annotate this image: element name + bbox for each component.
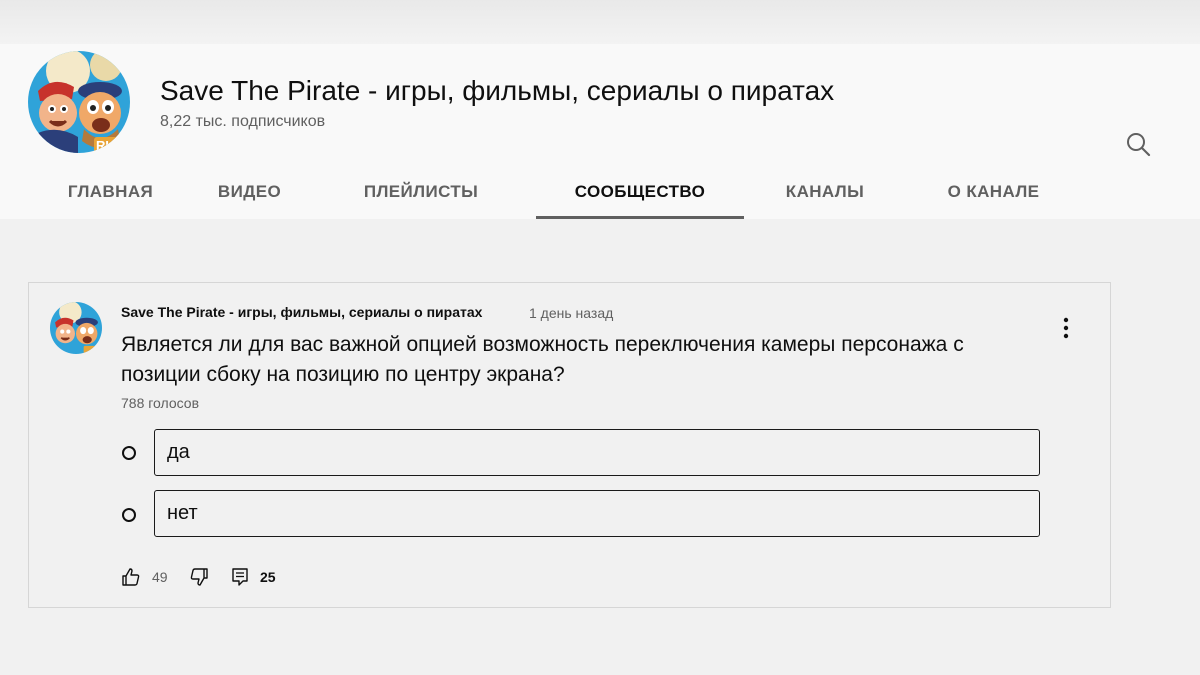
poll-option-label: нет <box>167 502 198 524</box>
top-strip <box>0 0 1200 44</box>
pirate-avatar-icon <box>50 302 102 354</box>
poll-question: Является ли для вас важной опцией возмож… <box>121 333 964 386</box>
tab-community[interactable]: СООБЩЕСТВО <box>536 164 744 219</box>
subscriber-count: 8,22 тыс. подписчиков <box>160 113 326 130</box>
tab-home[interactable]: ГЛАВНАЯ <box>28 164 193 219</box>
comment-count: 25 <box>260 569 276 585</box>
poll-option-label: да <box>167 441 190 463</box>
thumb-down-icon <box>190 568 208 586</box>
tab-label: СООБЩЕСТВО <box>574 181 706 201</box>
tab-about[interactable]: О КАНАЛЕ <box>906 164 1081 219</box>
svg-text:RU: RU <box>96 138 115 153</box>
like-button[interactable] <box>121 567 141 592</box>
tab-playlists[interactable]: ПЛЕЙЛИСТЫ <box>306 164 536 219</box>
vote-count: 788 голосов <box>121 395 200 411</box>
dislike-button[interactable] <box>189 567 209 592</box>
search-button[interactable] <box>1123 129 1155 161</box>
tab-label: ВИДЕО <box>217 181 282 201</box>
post-timestamp[interactable]: 1 день назад <box>529 305 613 321</box>
thumb-up-icon <box>122 568 140 586</box>
channel-avatar[interactable]: RU <box>28 51 130 153</box>
channel-tabs: ГЛАВНАЯ ВИДЕО ПЛЕЙЛИСТЫ СООБЩЕСТВО КАНАЛ… <box>28 164 1081 219</box>
poll-option-no[interactable]: нет <box>154 490 1040 537</box>
channel-title: Save The Pirate - игры, фильмы, сериалы … <box>160 75 835 106</box>
post-menu-button[interactable] <box>1056 316 1076 340</box>
post-author-name[interactable]: Save The Pirate - игры, фильмы, сериалы … <box>121 304 482 320</box>
post-author-avatar[interactable] <box>50 302 102 354</box>
tab-label: КАНАЛЫ <box>785 181 865 201</box>
tab-videos[interactable]: ВИДЕО <box>193 164 306 219</box>
comments-button[interactable] <box>230 567 250 592</box>
comment-icon <box>232 568 248 586</box>
poll-option-yes[interactable]: да <box>154 429 1040 476</box>
search-icon <box>1127 133 1151 157</box>
tab-label: ПЛЕЙЛИСТЫ <box>363 181 479 201</box>
pirate-avatar-icon: RU <box>28 51 130 153</box>
tab-label: О КАНАЛЕ <box>947 181 1040 201</box>
tab-channels[interactable]: КАНАЛЫ <box>744 164 906 219</box>
tab-label: ГЛАВНАЯ <box>67 181 154 201</box>
like-count: 49 <box>152 569 168 585</box>
poll-option-radio[interactable] <box>122 446 136 460</box>
channel-header: RU Save The Pirate - игры, фильмы, сериа… <box>0 44 1200 219</box>
more-vert-icon <box>1063 317 1069 339</box>
poll-option-radio[interactable] <box>122 508 136 522</box>
